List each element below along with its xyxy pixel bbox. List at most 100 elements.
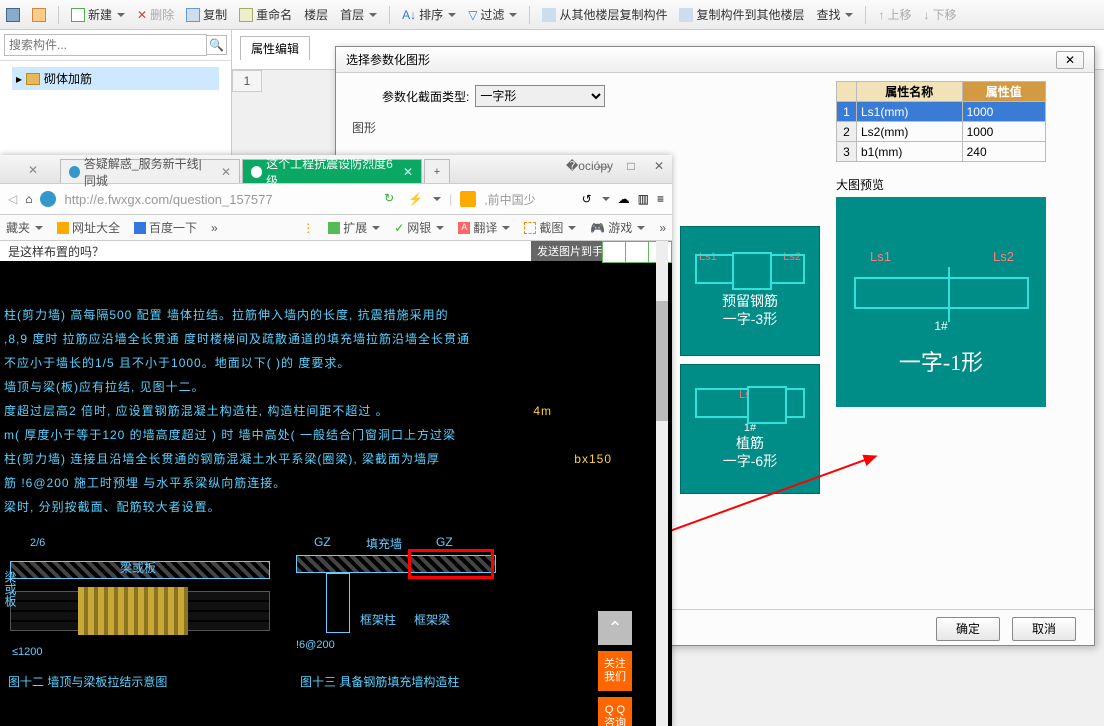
cad-label: 2/6 bbox=[30, 537, 45, 549]
col-value: 属性值 bbox=[962, 82, 1045, 102]
cad-label: 梁或板 bbox=[120, 559, 156, 576]
property-edit-tab[interactable]: 属性编辑 bbox=[240, 36, 310, 60]
bm-more[interactable]: » bbox=[211, 221, 218, 235]
tab-close-icon[interactable]: ✕ bbox=[28, 163, 38, 177]
bm-bank[interactable]: ✓网银 bbox=[394, 219, 444, 236]
tree-item-masonry-rebar[interactable]: ▸ 砌体加筋 bbox=[12, 67, 219, 90]
qq-consult-badge[interactable]: Q Q 咨询 bbox=[598, 697, 632, 726]
window-min-icon[interactable]: — bbox=[594, 159, 612, 173]
thumb-label: 预留钢筋 一字-3形 bbox=[722, 292, 778, 328]
refresh-icon[interactable]: ↻ bbox=[384, 191, 400, 207]
copy-from-other-button[interactable]: 从其他楼层复制构件 bbox=[542, 6, 667, 23]
cad-text: 度超过层高2 倍时, 应设置钢筋混凝土构造柱, 构造柱间距不超过 。 bbox=[4, 404, 389, 418]
floor-dropdown[interactable]: 楼层 bbox=[304, 6, 328, 23]
flash-icon[interactable]: ⚡ bbox=[408, 192, 423, 206]
browser-window: ✕ 答疑解惑_服务新干线|同城✕ 这个工程抗震设防烈度6级✕ + �ociópy… bbox=[0, 155, 672, 726]
dialog-titlebar: 选择参数化图形 ✕ bbox=[336, 47, 1094, 73]
divider: | bbox=[449, 192, 452, 206]
bm-bd[interactable]: 百度一下 bbox=[134, 219, 197, 236]
cad-caption: 图十二 墙顶与梁板拉结示意图 bbox=[8, 673, 167, 690]
bm-snap[interactable]: 截图 bbox=[524, 219, 576, 236]
annotation-box bbox=[408, 549, 494, 579]
cancel-button[interactable]: 取消 bbox=[1012, 617, 1076, 641]
page-question: 是这样布置的吗？ bbox=[8, 243, 104, 259]
col-name: 属性名称 bbox=[857, 82, 963, 102]
cloud-icon[interactable]: ☁ bbox=[618, 192, 630, 206]
clip-icon bbox=[32, 8, 46, 22]
browser-tab-active[interactable]: 这个工程抗震设防烈度6级✕ bbox=[242, 159, 422, 183]
cad-dim: 4m bbox=[533, 402, 552, 420]
cad-text: m( 厚度小于等于120 的墙高度超过 ) 时 墙中高处( 一般结合门窗洞口上方… bbox=[0, 423, 672, 447]
ok-button[interactable]: 确定 bbox=[936, 617, 1000, 641]
section-type-label: 参数化截面类型: bbox=[382, 88, 469, 105]
prop-row[interactable]: 1Ls1(mm)1000 bbox=[837, 102, 1046, 122]
rename-button[interactable]: 重命名 bbox=[239, 6, 292, 23]
shape-preview: Ls1 Ls2 1# 一字-1形 bbox=[836, 197, 1046, 407]
delete-button[interactable]: ✕删除 bbox=[137, 6, 174, 23]
move-down-button[interactable]: ↓下移 bbox=[924, 6, 957, 23]
bm-dots[interactable]: ⋮ bbox=[302, 221, 314, 235]
bm-overflow[interactable]: » bbox=[659, 221, 666, 235]
cad-label: 填充墙 bbox=[366, 535, 402, 552]
doc-icon bbox=[6, 8, 20, 22]
cad-dim: bx150 bbox=[574, 450, 612, 468]
window-max-icon[interactable]: □ bbox=[622, 159, 640, 173]
favicon-icon bbox=[69, 166, 80, 178]
dialog-close-button[interactable]: ✕ bbox=[1056, 51, 1084, 69]
bookmark-bar: 藏夹 网址大全 百度一下 » ⋮ 扩展 ✓网银 A翻译 截图 🎮游戏 » bbox=[0, 215, 672, 241]
search-input[interactable] bbox=[4, 34, 207, 56]
search-icon[interactable]: 🔍 bbox=[207, 35, 227, 55]
cad-label: GZ bbox=[314, 535, 331, 549]
scroll-top-button[interactable]: ⌃ bbox=[598, 611, 632, 645]
bm-fav[interactable]: 藏夹 bbox=[6, 219, 43, 236]
cad-label: 框架柱 bbox=[360, 611, 396, 628]
sort-button[interactable]: A↓排序 bbox=[402, 6, 456, 23]
find-button[interactable]: 查找 bbox=[816, 6, 853, 23]
cad-text: 不应小于墙长的1/5 且不小于1000。地面以下( )的 度要求。 bbox=[4, 356, 350, 370]
prop-row[interactable]: 3b1(mm)240 bbox=[837, 142, 1046, 162]
filter-button[interactable]: ▽过滤 bbox=[468, 6, 517, 23]
shape-thumb-3[interactable]: Ls1 Ls2 预留钢筋 一字-3形 bbox=[680, 226, 820, 356]
shape-thumb-6[interactable]: Ls1 1# 植筋 一字-6形 bbox=[680, 364, 820, 494]
section-type-select[interactable]: 一字形 bbox=[475, 85, 605, 107]
prop-row[interactable]: 2Ls2(mm)1000 bbox=[837, 122, 1046, 142]
cad-dim: ≤1200 bbox=[12, 646, 43, 658]
reader-icon[interactable]: ▥ bbox=[638, 192, 649, 206]
window-menu-icon[interactable]: �ociópy bbox=[566, 159, 584, 173]
window-close-icon[interactable]: ✕ bbox=[650, 159, 668, 173]
component-icon bbox=[26, 73, 40, 85]
move-up-button[interactable]: ↑上移 bbox=[878, 6, 911, 23]
scrollbar[interactable] bbox=[656, 241, 668, 726]
bm-trans[interactable]: A翻译 bbox=[458, 219, 510, 236]
bm-game[interactable]: 🎮游戏 bbox=[590, 219, 645, 236]
dim-label: Ls2 bbox=[993, 249, 1014, 264]
cad-text: 墙顶与梁(板)应有拉结, 见图十二。 bbox=[0, 375, 672, 399]
new-button[interactable]: 新建 bbox=[71, 6, 125, 23]
new-tab-button[interactable]: + bbox=[424, 159, 450, 183]
url-text[interactable]: http://e.fwxgx.com/question_157577 bbox=[64, 192, 376, 207]
dim-label: Ls1 bbox=[870, 249, 891, 264]
page-content: 是这样布置的吗？ 发送图片到手机 柱(剪力墙) 高每隔500 配置 墙体拉结。拉… bbox=[0, 241, 672, 726]
tab-close-icon[interactable]: ✕ bbox=[403, 165, 413, 179]
tab-label: 答疑解惑_服务新干线|同城 bbox=[84, 155, 213, 189]
copy-to-other-button[interactable]: 复制构件到其他楼层 bbox=[679, 6, 804, 23]
dropdown-icon[interactable] bbox=[433, 197, 441, 201]
reload-icon[interactable]: ↺ bbox=[582, 192, 592, 206]
home-icon[interactable]: ⌂ bbox=[25, 192, 32, 206]
follow-us-badge[interactable]: 关注 我们 bbox=[598, 651, 632, 691]
back-icon[interactable]: ◁ bbox=[8, 192, 17, 206]
browser-tab[interactable]: 答疑解惑_服务新干线|同城✕ bbox=[60, 159, 240, 183]
cad-label: 框架梁 bbox=[414, 611, 450, 628]
favicon-icon bbox=[251, 166, 262, 178]
cad-figure-12: 2/6 梁或板 梁或板 ≤1200 图十二 墙顶与梁板拉结示意图 bbox=[0, 531, 290, 696]
copy-button[interactable]: 复制 bbox=[186, 6, 227, 23]
search-engine-icon[interactable] bbox=[460, 191, 476, 207]
expand-icon: ▸ bbox=[16, 72, 22, 86]
bm-ext[interactable]: 扩展 bbox=[328, 219, 380, 236]
menu-icon[interactable]: ≡ bbox=[657, 192, 664, 206]
first-floor-dropdown[interactable]: 首层 bbox=[340, 6, 377, 23]
bm-wz[interactable]: 网址大全 bbox=[57, 219, 120, 236]
search-hint[interactable]: ,前中国少 bbox=[484, 191, 535, 208]
tab-close-icon[interactable]: ✕ bbox=[221, 165, 231, 179]
cad-text: 柱(剪力墙) 高每隔500 配置 墙体拉结。拉筋伸入墙内的长度, 抗震措施采用的 bbox=[0, 303, 672, 327]
